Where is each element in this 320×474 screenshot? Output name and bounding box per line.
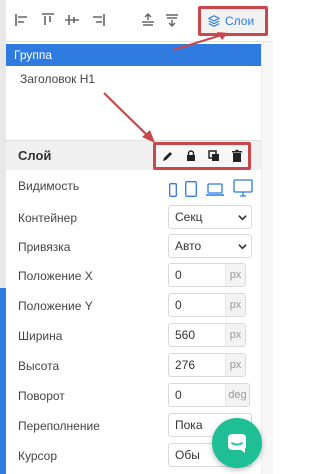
prop-width: Ширина 560 px (6, 323, 261, 351)
laptop-icon[interactable] (205, 183, 225, 197)
layer-item[interactable]: Заголовок H1 (6, 68, 261, 90)
position-y-input[interactable]: 0 px (168, 293, 246, 317)
width-input[interactable]: 560 px (168, 323, 246, 347)
prop-label: Ширина (18, 329, 63, 343)
device-visibility-toggles (169, 177, 253, 197)
layers-button-label: Слои (225, 14, 255, 28)
layers-button[interactable]: Слои (198, 6, 268, 36)
prop-rotation: Поворот 0 deg (6, 383, 261, 411)
chevron-down-icon (233, 206, 251, 228)
rotation-input[interactable]: 0 deg (168, 383, 250, 407)
prop-container: Контейнер Секц (6, 205, 261, 233)
align-top-icon[interactable] (40, 12, 56, 28)
align-right-icon[interactable] (90, 12, 106, 28)
align-middle-icon[interactable] (64, 12, 80, 28)
pencil-icon[interactable] (161, 149, 175, 163)
prop-label: Положение Y (18, 299, 93, 313)
layer-section-header: Слой (6, 140, 261, 170)
prop-label: Поворот (18, 389, 65, 403)
distribute-down-icon[interactable] (164, 12, 180, 28)
prop-label: Контейнер (18, 211, 78, 225)
scrollbar-track[interactable] (261, 42, 273, 474)
distribute-up-icon[interactable] (140, 12, 156, 28)
prop-position-x: Положение X 0 px (6, 263, 261, 291)
prop-label: Переполнение (18, 419, 100, 433)
anchor-select[interactable]: Авто (168, 234, 252, 258)
prop-label: Курсор (18, 449, 58, 463)
prop-visibility: Видимость (6, 177, 261, 205)
editor-panel: Слои Группа Заголовок H1 Слой Видимость … (0, 0, 273, 474)
prop-position-y: Положение Y 0 px (6, 293, 261, 321)
layer-item-selected[interactable]: Группа (6, 44, 261, 66)
prop-label: Видимость (18, 179, 80, 193)
container-select[interactable]: Секц (168, 205, 252, 229)
height-input[interactable]: 276 px (168, 353, 246, 377)
prop-label: Высота (18, 359, 60, 373)
chevron-down-icon (233, 235, 251, 257)
align-left-icon[interactable] (14, 12, 30, 28)
lock-icon[interactable] (184, 149, 198, 163)
chat-icon[interactable] (212, 418, 262, 468)
layer-actions (153, 142, 251, 170)
prop-label: Положение X (18, 269, 93, 283)
phone-icon[interactable] (169, 183, 177, 197)
prop-label: Привязка (18, 240, 71, 254)
position-x-input[interactable]: 0 px (168, 263, 246, 287)
toolbar: Слои (6, 0, 273, 42)
layers-icon (208, 15, 220, 27)
tablet-icon[interactable] (185, 181, 197, 197)
prop-anchor: Привязка Авто (6, 234, 261, 262)
duplicate-icon[interactable] (207, 149, 221, 163)
desktop-icon[interactable] (233, 179, 253, 197)
annotation-arrow-actions (103, 92, 155, 143)
prop-height: Высота 276 px (6, 353, 261, 381)
section-title: Слой (18, 148, 52, 163)
trash-icon[interactable] (230, 149, 244, 163)
